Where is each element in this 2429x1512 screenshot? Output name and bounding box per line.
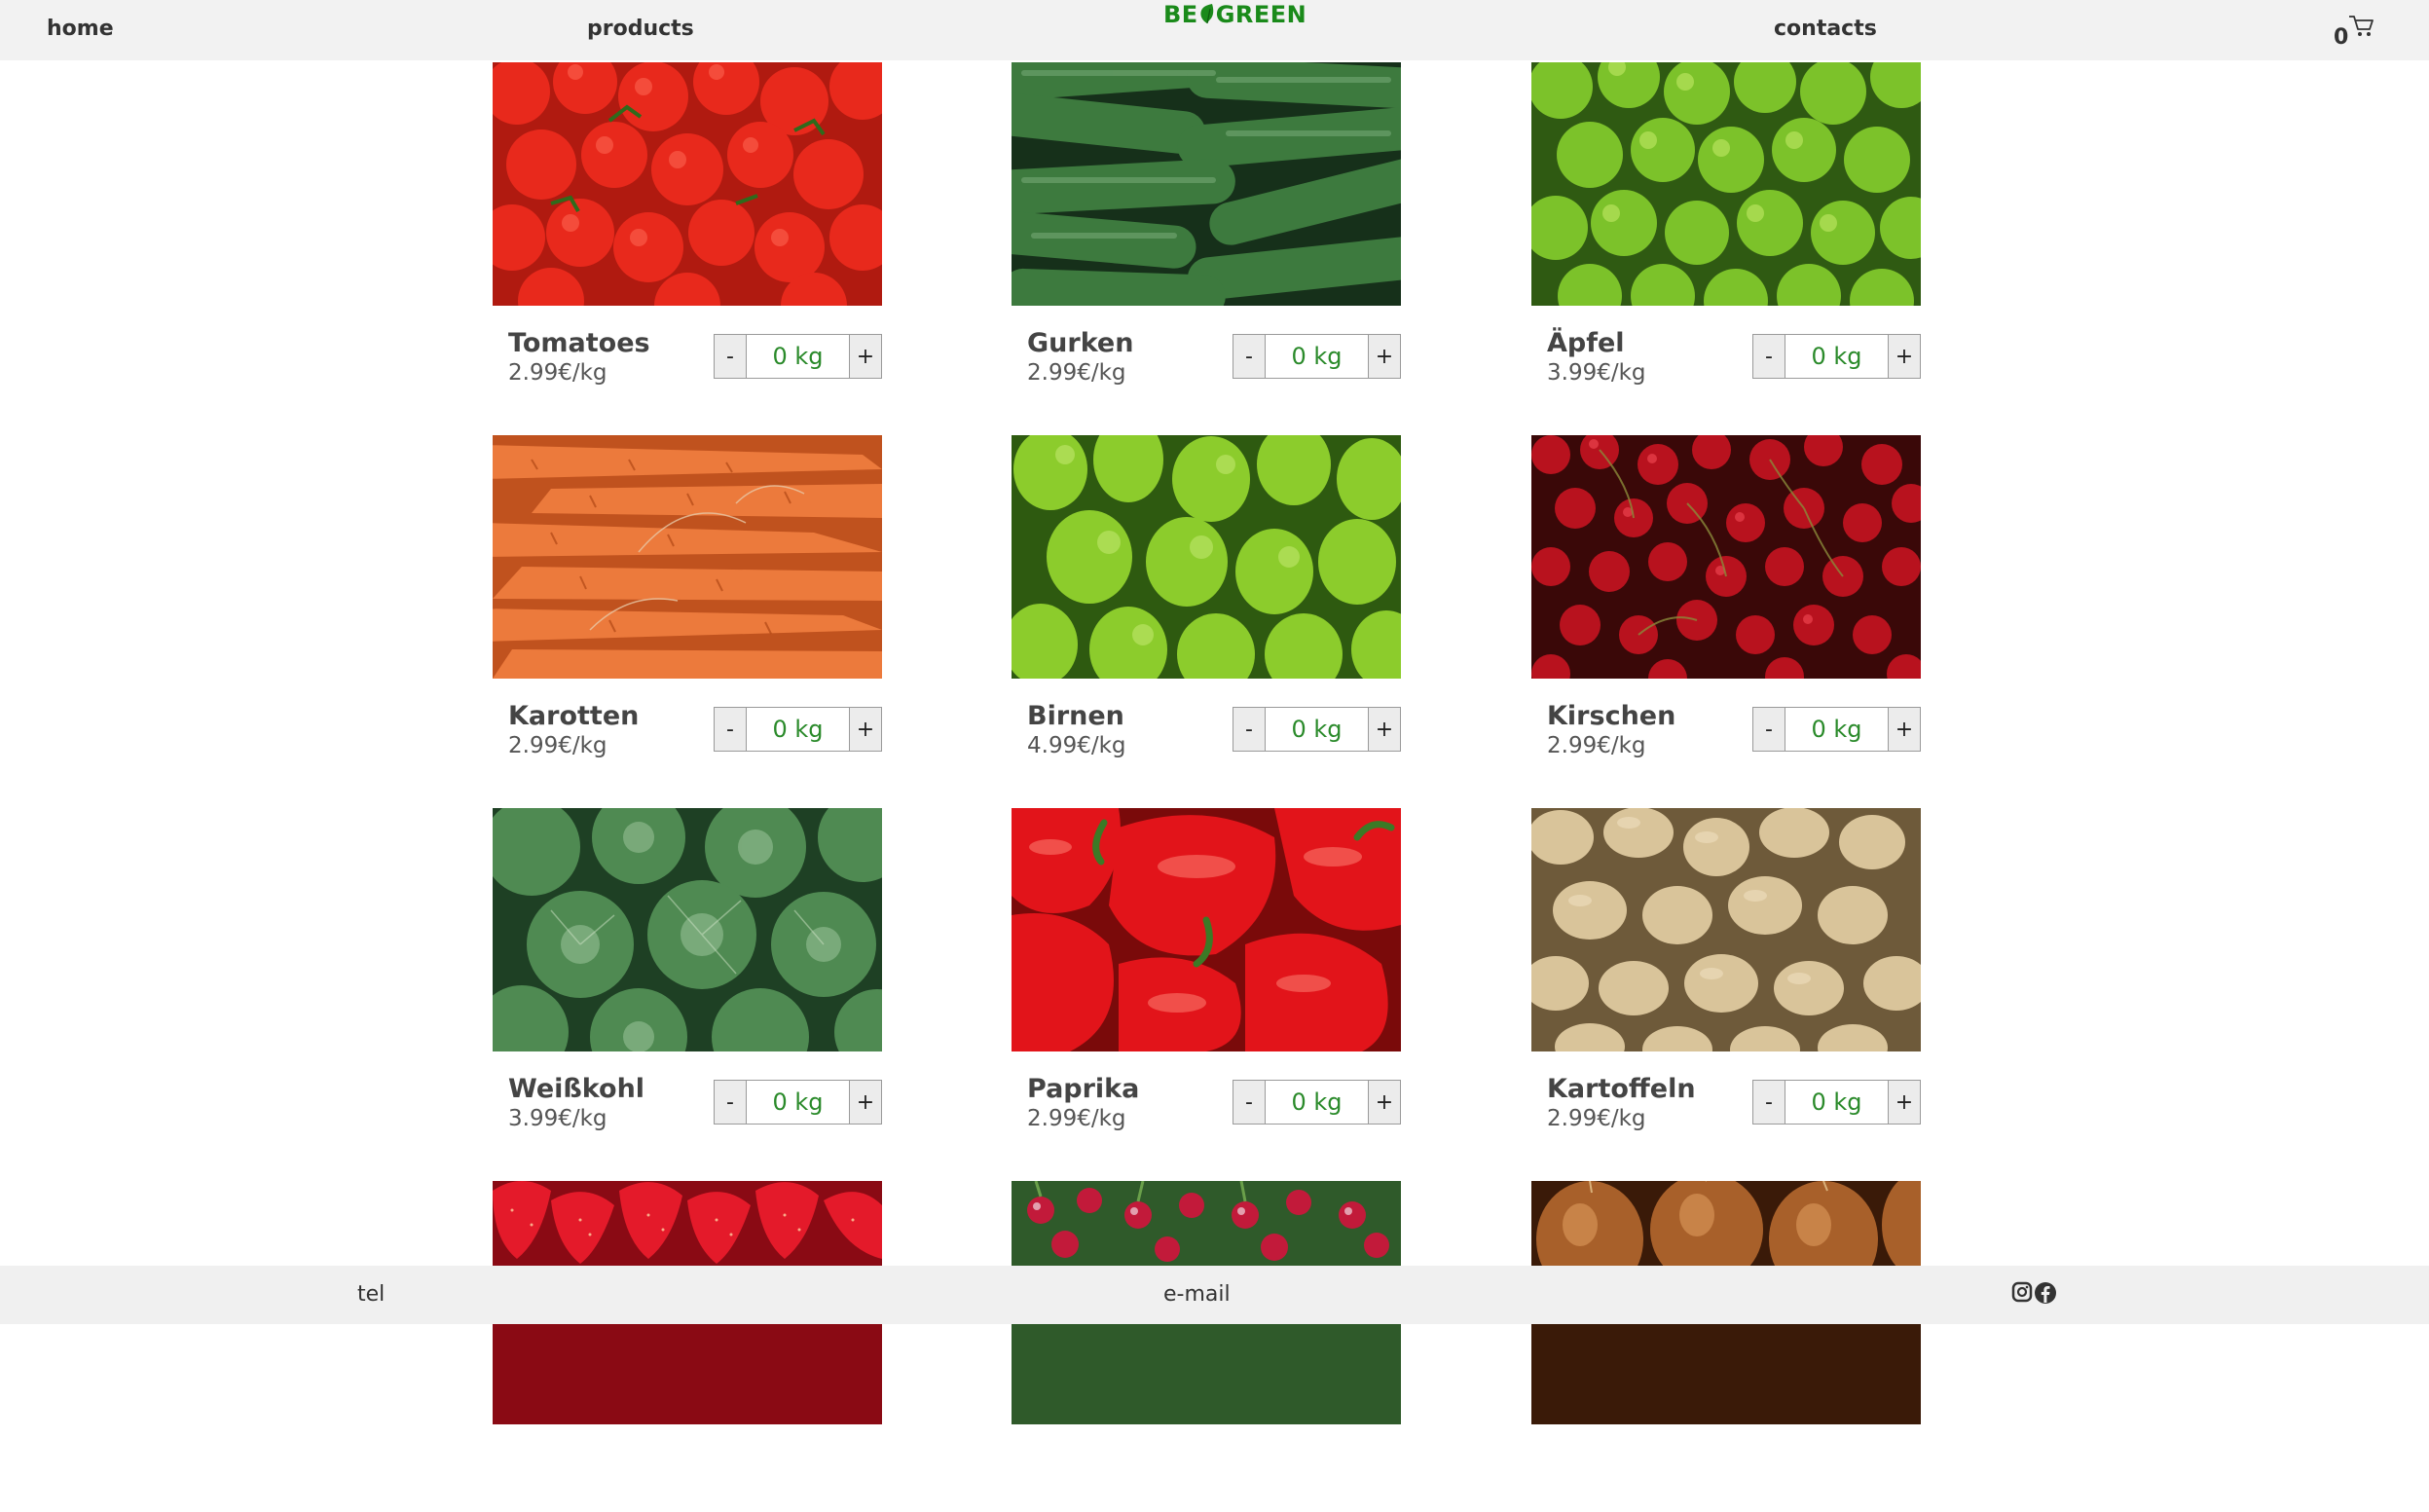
increase-quantity-button[interactable]: + [1888, 1081, 1920, 1124]
facebook-icon[interactable] [2034, 1281, 2057, 1309]
quantity-stepper: - 0 kg + [1233, 334, 1401, 379]
quantity-value[interactable]: 0 kg [747, 335, 849, 378]
nav-home-link[interactable]: home [47, 17, 114, 41]
quantity-value[interactable]: 0 kg [1266, 1081, 1368, 1124]
product-price: 3.99€/kg [508, 1106, 607, 1131]
cart-button[interactable]: 0 [2334, 14, 2382, 53]
product-card: Kirschen 2.99€/kg - 0 kg + [1531, 435, 1921, 766]
decrease-quantity-button[interactable]: - [1753, 1081, 1785, 1124]
product-image-apples [1531, 62, 1921, 306]
quantity-stepper: - 0 kg + [714, 1080, 882, 1125]
product-name: Karotten [508, 701, 640, 731]
product-image-cucumbers [1012, 62, 1401, 306]
increase-quantity-button[interactable]: + [1368, 335, 1400, 378]
footer-bar: tel e-mail [0, 1266, 2429, 1324]
increase-quantity-button[interactable]: + [849, 708, 881, 751]
product-name: Gurken [1027, 328, 1134, 358]
decrease-quantity-button[interactable]: - [1753, 335, 1785, 378]
product-card: Kartoffeln 2.99€/kg - 0 kg + [1531, 808, 1921, 1139]
product-image-potatoes [1531, 808, 1921, 1051]
quantity-stepper: - 0 kg + [1233, 1080, 1401, 1125]
footer-tel-link[interactable]: tel [357, 1282, 385, 1307]
product-image-cherries [1531, 435, 1921, 679]
footer-email-link[interactable]: e-mail [1163, 1282, 1231, 1307]
product-card: Weißkohl 3.99€/kg - 0 kg + [493, 808, 882, 1139]
product-name: Tomatoes [508, 328, 650, 358]
product-card [493, 1181, 882, 1512]
increase-quantity-button[interactable]: + [1888, 335, 1920, 378]
quantity-value[interactable]: 0 kg [1266, 708, 1368, 751]
product-card: Tomatoes 2.99€/kg - 0 kg + [493, 62, 882, 393]
decrease-quantity-button[interactable]: - [1233, 708, 1266, 751]
product-price: 2.99€/kg [1027, 360, 1126, 386]
product-image-peppers [1012, 808, 1401, 1051]
increase-quantity-button[interactable]: + [1368, 1081, 1400, 1124]
quantity-value[interactable]: 0 kg [1785, 1081, 1888, 1124]
product-card [1531, 1181, 1921, 1512]
product-card: Karotten 2.99€/kg - 0 kg + [493, 435, 882, 766]
quantity-value[interactable]: 0 kg [747, 1081, 849, 1124]
instagram-icon[interactable] [2011, 1281, 2033, 1307]
logo-text-left: BE [1163, 1, 1198, 28]
brand-logo[interactable]: BE GREEN [1163, 1, 1307, 28]
leaf-icon [1200, 4, 1213, 24]
decrease-quantity-button[interactable]: - [1753, 708, 1785, 751]
quantity-value[interactable]: 0 kg [747, 708, 849, 751]
quantity-stepper: - 0 kg + [1752, 707, 1921, 752]
product-name: Äpfel [1547, 328, 1625, 358]
product-price: 4.99€/kg [1027, 733, 1126, 758]
product-image-tomatoes [493, 62, 882, 306]
quantity-stepper: - 0 kg + [1752, 1080, 1921, 1125]
nav-contacts-link[interactable]: contacts [1774, 17, 1877, 41]
increase-quantity-button[interactable]: + [849, 335, 881, 378]
decrease-quantity-button[interactable]: - [715, 1081, 747, 1124]
product-card: Paprika 2.99€/kg - 0 kg + [1012, 808, 1401, 1139]
product-card: Äpfel 3.99€/kg - 0 kg + [1531, 62, 1921, 393]
decrease-quantity-button[interactable]: - [1233, 1081, 1266, 1124]
logo-text-right: GREEN [1215, 1, 1307, 28]
decrease-quantity-button[interactable]: - [715, 335, 747, 378]
product-image-pears [1012, 435, 1401, 679]
product-image-carrots [493, 435, 882, 679]
quantity-stepper: - 0 kg + [1752, 334, 1921, 379]
nav-products-link[interactable]: products [587, 17, 694, 41]
product-name: Weißkohl [508, 1074, 645, 1104]
product-price: 2.99€/kg [1547, 733, 1646, 758]
product-card [1012, 1181, 1401, 1512]
product-name: Paprika [1027, 1074, 1140, 1104]
quantity-stepper: - 0 kg + [714, 334, 882, 379]
product-image-cabbage [493, 808, 882, 1051]
increase-quantity-button[interactable]: + [1888, 708, 1920, 751]
product-price: 2.99€/kg [508, 733, 607, 758]
increase-quantity-button[interactable]: + [849, 1081, 881, 1124]
product-card: Gurken 2.99€/kg - 0 kg + [1012, 62, 1401, 393]
quantity-value[interactable]: 0 kg [1785, 335, 1888, 378]
product-name: Kirschen [1547, 701, 1676, 731]
quantity-value[interactable]: 0 kg [1785, 708, 1888, 751]
increase-quantity-button[interactable]: + [1368, 708, 1400, 751]
product-grid: Tomatoes 2.99€/kg - 0 kg + Gurken 2.99€/… [0, 0, 2429, 1424]
product-name: Kartoffeln [1547, 1074, 1696, 1104]
product-price: 3.99€/kg [1547, 360, 1646, 386]
product-card: Birnen 4.99€/kg - 0 kg + [1012, 435, 1401, 766]
quantity-value[interactable]: 0 kg [1266, 335, 1368, 378]
cart-icon [2349, 16, 2374, 36]
quantity-stepper: - 0 kg + [714, 707, 882, 752]
product-name: Birnen [1027, 701, 1124, 731]
decrease-quantity-button[interactable]: - [1233, 335, 1266, 378]
decrease-quantity-button[interactable]: - [715, 708, 747, 751]
quantity-stepper: - 0 kg + [1233, 707, 1401, 752]
product-price: 2.99€/kg [1027, 1106, 1126, 1131]
product-price: 2.99€/kg [508, 360, 607, 386]
top-navigation-bar: home products BE GREEN contacts 0 [0, 0, 2429, 60]
product-price: 2.99€/kg [1547, 1106, 1646, 1131]
